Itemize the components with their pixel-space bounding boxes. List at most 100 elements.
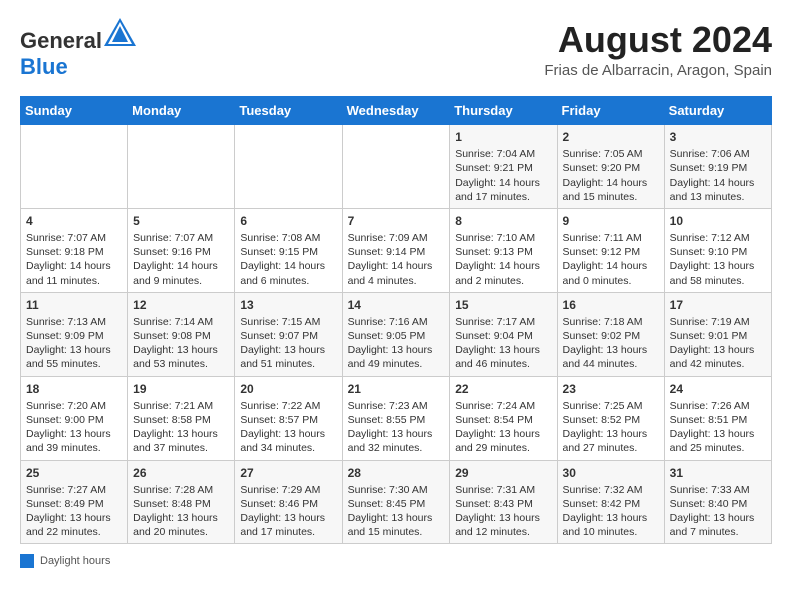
day-number: 28 bbox=[348, 465, 445, 481]
day-info: Sunrise: 7:05 AM Sunset: 9:20 PM Dayligh… bbox=[563, 147, 659, 204]
calendar-header-row: SundayMondayTuesdayWednesdayThursdayFrid… bbox=[21, 97, 772, 125]
calendar-day-header: Thursday bbox=[450, 97, 557, 125]
calendar-cell: 22 Sunrise: 7:24 AM Sunset: 8:54 PM Dayli… bbox=[450, 376, 557, 460]
calendar-day-header: Wednesday bbox=[342, 97, 450, 125]
day-info: Sunrise: 7:25 AM Sunset: 8:52 PM Dayligh… bbox=[563, 399, 659, 456]
day-info: Sunrise: 7:30 AM Sunset: 8:45 PM Dayligh… bbox=[348, 483, 445, 540]
logo-blue: Blue bbox=[20, 54, 68, 79]
day-number: 31 bbox=[670, 465, 766, 481]
day-info: Sunrise: 7:24 AM Sunset: 8:54 PM Dayligh… bbox=[455, 399, 551, 456]
day-number: 17 bbox=[670, 297, 766, 313]
day-info: Sunrise: 7:11 AM Sunset: 9:12 PM Dayligh… bbox=[563, 231, 659, 288]
day-number: 19 bbox=[133, 381, 229, 397]
month-year-title: August 2024 bbox=[544, 20, 772, 60]
page-header: General Blue August 2024 Frias de Albarr… bbox=[20, 20, 772, 80]
footer-legend: Daylight hours bbox=[20, 554, 772, 568]
day-info: Sunrise: 7:04 AM Sunset: 9:21 PM Dayligh… bbox=[455, 147, 551, 204]
logo: General Blue bbox=[20, 20, 136, 80]
day-number: 22 bbox=[455, 381, 551, 397]
calendar-cell: 13Sunrise: 7:15 AM Sunset: 9:07 PM Dayli… bbox=[235, 292, 342, 376]
day-info: Sunrise: 7:27 AM Sunset: 8:49 PM Dayligh… bbox=[26, 483, 122, 540]
day-number: 25 bbox=[26, 465, 122, 481]
day-info: Sunrise: 7:26 AM Sunset: 8:51 PM Dayligh… bbox=[670, 399, 766, 456]
calendar-cell: 27 Sunrise: 7:29 AM Sunset: 8:46 PM Dayli… bbox=[235, 460, 342, 544]
calendar-cell: 30 Sunrise: 7:32 AM Sunset: 8:42 PM Dayli… bbox=[557, 460, 664, 544]
day-number: 9 bbox=[563, 213, 659, 229]
calendar-cell: 10Sunrise: 7:12 AM Sunset: 9:10 PM Dayli… bbox=[664, 208, 771, 292]
calendar-cell: 8 Sunrise: 7:10 AM Sunset: 9:13 PM Daylig… bbox=[450, 208, 557, 292]
day-number: 16 bbox=[563, 297, 659, 313]
calendar-cell: 23Sunrise: 7:25 AM Sunset: 8:52 PM Dayli… bbox=[557, 376, 664, 460]
calendar-week-row: 1Sunrise: 7:04 AM Sunset: 9:21 PM Daylig… bbox=[21, 125, 772, 209]
day-number: 4 bbox=[26, 213, 122, 229]
day-number: 6 bbox=[240, 213, 336, 229]
location-subtitle: Frias de Albarracin, Aragon, Spain bbox=[544, 62, 772, 79]
day-info: Sunrise: 7:31 AM Sunset: 8:43 PM Dayligh… bbox=[455, 483, 551, 540]
day-info: Sunrise: 7:21 AM Sunset: 8:58 PM Dayligh… bbox=[133, 399, 229, 456]
calendar-cell: 17 Sunrise: 7:19 AM Sunset: 9:01 PM Dayli… bbox=[664, 292, 771, 376]
day-number: 7 bbox=[348, 213, 445, 229]
calendar-cell: 26Sunrise: 7:28 AM Sunset: 8:48 PM Dayli… bbox=[128, 460, 235, 544]
day-number: 11 bbox=[26, 297, 122, 313]
calendar-cell: 18 Sunrise: 7:20 AM Sunset: 9:00 PM Dayli… bbox=[21, 376, 128, 460]
calendar-cell: 6 Sunrise: 7:08 AM Sunset: 9:15 PM Daylig… bbox=[235, 208, 342, 292]
logo-icon bbox=[104, 18, 136, 46]
day-info: Sunrise: 7:07 AM Sunset: 9:18 PM Dayligh… bbox=[26, 231, 122, 288]
calendar-cell: 1Sunrise: 7:04 AM Sunset: 9:21 PM Daylig… bbox=[450, 125, 557, 209]
calendar-week-row: 11 Sunrise: 7:13 AM Sunset: 9:09 PM Dayli… bbox=[21, 292, 772, 376]
day-number: 8 bbox=[455, 213, 551, 229]
calendar-day-header: Saturday bbox=[664, 97, 771, 125]
day-number: 2 bbox=[563, 129, 659, 145]
day-info: Sunrise: 7:15 AM Sunset: 9:07 PM Dayligh… bbox=[240, 315, 336, 372]
day-info: Sunrise: 7:14 AM Sunset: 9:08 PM Dayligh… bbox=[133, 315, 229, 372]
day-info: Sunrise: 7:29 AM Sunset: 8:46 PM Dayligh… bbox=[240, 483, 336, 540]
day-info: Sunrise: 7:13 AM Sunset: 9:09 PM Dayligh… bbox=[26, 315, 122, 372]
day-number: 20 bbox=[240, 381, 336, 397]
calendar-cell: 19 Sunrise: 7:21 AM Sunset: 8:58 PM Dayli… bbox=[128, 376, 235, 460]
calendar-cell: 11 Sunrise: 7:13 AM Sunset: 9:09 PM Dayli… bbox=[21, 292, 128, 376]
calendar-day-header: Friday bbox=[557, 97, 664, 125]
calendar-cell: 5 Sunrise: 7:07 AM Sunset: 9:16 PM Daylig… bbox=[128, 208, 235, 292]
legend-color-box bbox=[20, 554, 34, 568]
day-info: Sunrise: 7:33 AM Sunset: 8:40 PM Dayligh… bbox=[670, 483, 766, 540]
calendar-day-header: Sunday bbox=[21, 97, 128, 125]
calendar-cell: 25 Sunrise: 7:27 AM Sunset: 8:49 PM Dayli… bbox=[21, 460, 128, 544]
day-info: Sunrise: 7:32 AM Sunset: 8:42 PM Dayligh… bbox=[563, 483, 659, 540]
calendar-cell: 28 Sunrise: 7:30 AM Sunset: 8:45 PM Dayli… bbox=[342, 460, 450, 544]
day-info: Sunrise: 7:16 AM Sunset: 9:05 PM Dayligh… bbox=[348, 315, 445, 372]
calendar-cell: 14 Sunrise: 7:16 AM Sunset: 9:05 PM Dayli… bbox=[342, 292, 450, 376]
calendar-week-row: 25 Sunrise: 7:27 AM Sunset: 8:49 PM Dayli… bbox=[21, 460, 772, 544]
calendar-cell: 29Sunrise: 7:31 AM Sunset: 8:43 PM Dayli… bbox=[450, 460, 557, 544]
day-info: Sunrise: 7:23 AM Sunset: 8:55 PM Dayligh… bbox=[348, 399, 445, 456]
day-info: Sunrise: 7:06 AM Sunset: 9:19 PM Dayligh… bbox=[670, 147, 766, 204]
day-number: 3 bbox=[670, 129, 766, 145]
day-number: 5 bbox=[133, 213, 229, 229]
day-number: 15 bbox=[455, 297, 551, 313]
day-info: Sunrise: 7:20 AM Sunset: 9:00 PM Dayligh… bbox=[26, 399, 122, 456]
day-info: Sunrise: 7:07 AM Sunset: 9:16 PM Dayligh… bbox=[133, 231, 229, 288]
calendar-cell: 24 Sunrise: 7:26 AM Sunset: 8:51 PM Dayli… bbox=[664, 376, 771, 460]
day-info: Sunrise: 7:22 AM Sunset: 8:57 PM Dayligh… bbox=[240, 399, 336, 456]
calendar-cell bbox=[21, 125, 128, 209]
title-block: August 2024 Frias de Albarracin, Aragon,… bbox=[544, 20, 772, 79]
calendar-cell: 3 Sunrise: 7:06 AM Sunset: 9:19 PM Daylig… bbox=[664, 125, 771, 209]
day-info: Sunrise: 7:19 AM Sunset: 9:01 PM Dayligh… bbox=[670, 315, 766, 372]
day-number: 30 bbox=[563, 465, 659, 481]
day-info: Sunrise: 7:08 AM Sunset: 9:15 PM Dayligh… bbox=[240, 231, 336, 288]
calendar-cell: 2 Sunrise: 7:05 AM Sunset: 9:20 PM Daylig… bbox=[557, 125, 664, 209]
day-number: 10 bbox=[670, 213, 766, 229]
legend-label: Daylight hours bbox=[40, 555, 110, 567]
day-number: 14 bbox=[348, 297, 445, 313]
day-info: Sunrise: 7:28 AM Sunset: 8:48 PM Dayligh… bbox=[133, 483, 229, 540]
calendar-week-row: 4 Sunrise: 7:07 AM Sunset: 9:18 PM Daylig… bbox=[21, 208, 772, 292]
day-number: 18 bbox=[26, 381, 122, 397]
day-info: Sunrise: 7:10 AM Sunset: 9:13 PM Dayligh… bbox=[455, 231, 551, 288]
day-number: 24 bbox=[670, 381, 766, 397]
day-number: 27 bbox=[240, 465, 336, 481]
logo-general: General bbox=[20, 28, 102, 53]
calendar-cell: 9 Sunrise: 7:11 AM Sunset: 9:12 PM Daylig… bbox=[557, 208, 664, 292]
calendar-cell bbox=[342, 125, 450, 209]
calendar-cell: 4 Sunrise: 7:07 AM Sunset: 9:18 PM Daylig… bbox=[21, 208, 128, 292]
calendar-cell: 16Sunrise: 7:18 AM Sunset: 9:02 PM Dayli… bbox=[557, 292, 664, 376]
day-number: 12 bbox=[133, 297, 229, 313]
